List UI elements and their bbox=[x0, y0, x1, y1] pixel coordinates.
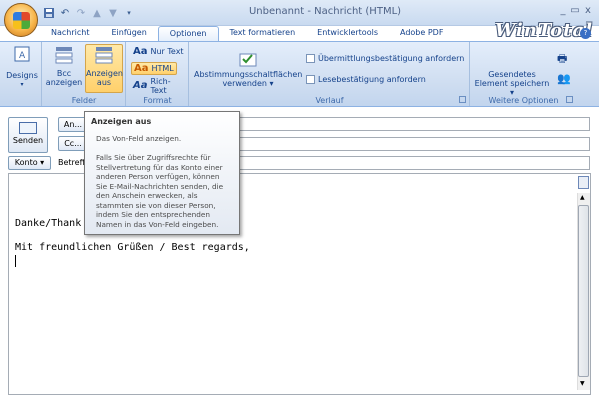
group-designs: A Designs ▾ bbox=[2, 42, 42, 106]
from-label-line2: aus bbox=[96, 78, 112, 87]
plain-text-button[interactable]: Aa Nur Text bbox=[131, 45, 186, 58]
tooltip-detail-line: Stellvertretung für das Konto einer bbox=[96, 162, 223, 172]
quick-access-toolbar: ↶ ↷ ▲ ▼ ▾ bbox=[42, 5, 136, 21]
tab-adobe-pdf[interactable]: Adobe PDF bbox=[389, 26, 454, 42]
tooltip-detail-line: anderen Person verfügen, können bbox=[96, 172, 220, 181]
customize-qat-icon[interactable]: ▾ bbox=[122, 6, 136, 20]
designs-icon: A bbox=[11, 45, 33, 65]
tab-einfuegen[interactable]: Einfügen bbox=[100, 26, 157, 42]
group-weitere-optionen: Gesendetes Element speichern ▾ 🖶 👥 Weite… bbox=[471, 42, 576, 106]
direct-replies-icon[interactable]: 👥 bbox=[557, 72, 571, 85]
restore-button[interactable]: ▭ bbox=[568, 5, 582, 18]
designs-button[interactable]: A Designs ▾ bbox=[4, 45, 40, 89]
ruler-toggle-icon[interactable] bbox=[578, 176, 589, 189]
close-button[interactable]: x bbox=[581, 5, 595, 18]
delivery-receipt-option[interactable]: Übermittlungsbestätigung anfordern bbox=[304, 52, 466, 65]
group-verlauf: Abstimmungsschaltflächen verwenden ▾ Übe… bbox=[190, 42, 470, 106]
office-button[interactable] bbox=[4, 3, 38, 37]
felder-group-label: Felder bbox=[71, 96, 97, 105]
voting-label-line2: verwenden ▾ bbox=[222, 79, 274, 88]
designs-label: Designs bbox=[6, 71, 38, 80]
tooltip-detail-line: indem Sie den entsprechenden bbox=[96, 210, 210, 219]
tooltip-detail-line: Falls Sie über Zugriffsrechte für bbox=[96, 153, 211, 162]
office-logo-icon bbox=[13, 12, 30, 29]
send-label: Senden bbox=[12, 136, 44, 145]
ribbon-tabs: Nachricht Einfügen Optionen Text formati… bbox=[40, 26, 454, 42]
html-format-button[interactable]: Aa HTML bbox=[131, 62, 177, 75]
scroll-down-icon[interactable]: ▼ bbox=[580, 380, 585, 387]
tab-optionen[interactable]: Optionen bbox=[157, 26, 219, 42]
window-title: Unbenannt - Nachricht (HTML) bbox=[248, 6, 402, 17]
redo-icon[interactable]: ↷ bbox=[74, 6, 88, 20]
from-label-line1: Anzeigen bbox=[86, 69, 123, 78]
read-receipt-option[interactable]: Lesebestätigung anfordern bbox=[304, 73, 428, 86]
svg-text:A: A bbox=[19, 51, 26, 61]
tooltip-detail-line: Namen in das Von-Feld eingeben. bbox=[96, 219, 219, 229]
send-button[interactable]: Senden bbox=[8, 117, 48, 153]
text-caret bbox=[15, 255, 16, 267]
bcc-icon bbox=[53, 45, 75, 65]
format-group-label: Format bbox=[143, 96, 172, 105]
group-felder: Bcc anzeigen Anzeigen aus Felder bbox=[43, 42, 126, 106]
save-sent-label-line2: Element speichern ▾ bbox=[474, 79, 550, 97]
html-icon: Aa bbox=[134, 63, 149, 74]
delivery-receipt-label: Übermittlungsbestätigung anfordern bbox=[318, 54, 465, 63]
save-sent-label-line1: Gesendetes bbox=[488, 70, 536, 79]
tooltip-detail-line: stammten sie von dieser Person, bbox=[96, 200, 216, 210]
down-arrow-icon[interactable]: ▼ bbox=[106, 6, 120, 20]
read-receipt-checkbox[interactable] bbox=[306, 75, 315, 84]
tab-nachricht[interactable]: Nachricht bbox=[40, 26, 100, 42]
undo-icon[interactable]: ↶ bbox=[58, 6, 72, 20]
html-label: HTML bbox=[151, 64, 174, 73]
rich-text-label: Rich-Text bbox=[150, 76, 171, 95]
body-line-regards: Mit freundlichen Grüßen / Best regards, bbox=[15, 242, 250, 253]
rich-text-icon: Aa bbox=[133, 80, 148, 91]
send-envelope-icon bbox=[19, 122, 37, 134]
delivery-receipt-checkbox[interactable] bbox=[306, 54, 315, 63]
tab-text-formatieren[interactable]: Text formatieren bbox=[219, 26, 307, 42]
rich-text-button[interactable]: Aa Rich-Text bbox=[131, 76, 188, 95]
verlauf-group-label: Verlauf bbox=[315, 96, 344, 105]
read-receipt-label: Lesebestätigung anfordern bbox=[318, 75, 426, 84]
show-from-button[interactable]: Anzeigen aus bbox=[85, 44, 123, 93]
tooltip-summary: Das Von-Feld anzeigen. bbox=[96, 134, 182, 143]
delay-delivery-icon[interactable]: 🖶 bbox=[557, 50, 567, 69]
weitere-optionen-dialog-launcher[interactable] bbox=[566, 96, 573, 103]
save-sent-item-button[interactable]: Gesendetes Element speichern ▾ bbox=[473, 70, 551, 97]
tooltip-detail-line: Sie E-Mail-Nachrichten senden, die bbox=[96, 181, 224, 191]
up-arrow-icon[interactable]: ▲ bbox=[90, 6, 104, 20]
save-icon[interactable] bbox=[42, 6, 56, 20]
voting-buttons-button[interactable]: Abstimmungsschaltflächen verwenden ▾ bbox=[194, 48, 302, 88]
help-icon[interactable]: ? bbox=[580, 28, 591, 39]
bcc-show-button[interactable]: Bcc anzeigen bbox=[45, 45, 83, 87]
plain-text-icon: Aa bbox=[133, 46, 148, 57]
bcc-label-line2: anzeigen bbox=[45, 78, 83, 87]
tooltip-detail-line: den Anschein erwecken, als bbox=[96, 191, 198, 200]
body-line-thanks: Danke/Thank bbox=[15, 218, 82, 229]
tooltip-title: Anzeigen aus bbox=[91, 117, 152, 126]
tab-entwicklertools[interactable]: Entwicklertools bbox=[306, 26, 389, 42]
account-button[interactable]: Konto ▾ bbox=[8, 156, 51, 170]
bcc-label-line1: Bcc bbox=[56, 69, 72, 78]
verlauf-dialog-launcher[interactable] bbox=[459, 96, 466, 103]
weitere-optionen-group-label: Weitere Optionen bbox=[488, 96, 559, 105]
plain-text-label: Nur Text bbox=[150, 47, 184, 56]
from-field-icon bbox=[93, 45, 115, 65]
scroll-up-icon[interactable]: ▲ bbox=[580, 194, 585, 201]
voting-label-line1: Abstimmungsschaltflächen bbox=[194, 70, 303, 79]
tooltip: Anzeigen aus Das Von-Feld anzeigen. Fall… bbox=[84, 111, 240, 235]
voting-icon bbox=[237, 48, 259, 68]
watermark-logo: WinTotal bbox=[495, 20, 593, 41]
group-format: Aa Nur Text Aa HTML Aa Rich-Text Format bbox=[127, 42, 189, 106]
scrollbar-thumb[interactable] bbox=[578, 205, 589, 377]
